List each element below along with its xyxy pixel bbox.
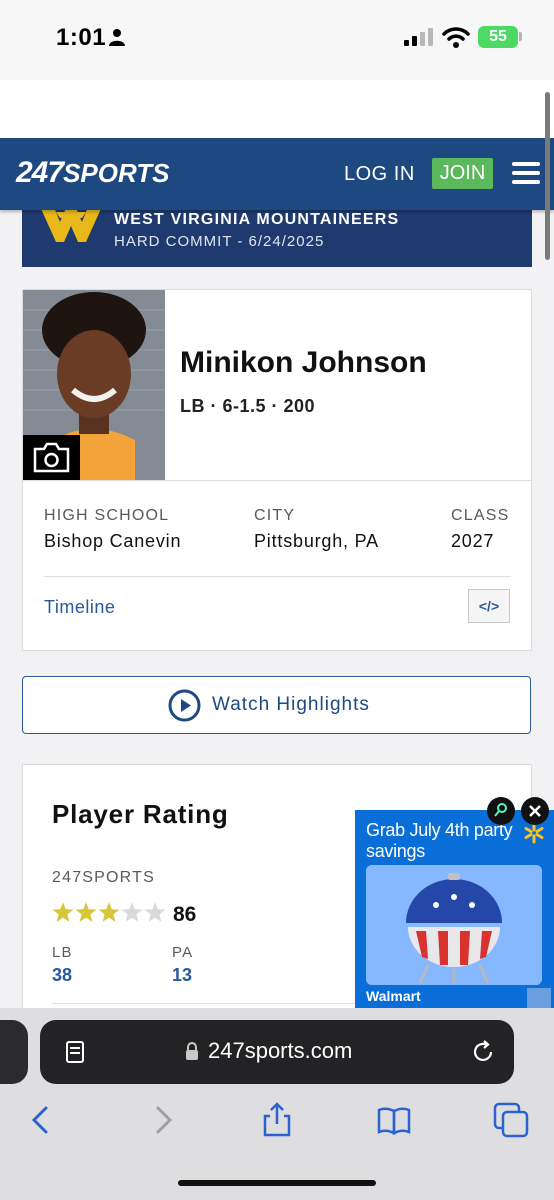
divider — [23, 480, 531, 481]
join-button[interactable]: JOIN — [432, 158, 493, 189]
ad-info-button[interactable] — [487, 797, 515, 825]
star-filled-icon — [52, 902, 74, 922]
tabs-icon[interactable] — [493, 1102, 529, 1138]
page-top-blank — [0, 80, 554, 138]
status-bar: 1:01 55 — [0, 0, 554, 80]
player-card: Minikon Johnson LB · 6-1.5 · 200 HIGH SC… — [22, 289, 532, 651]
person-icon — [109, 29, 125, 46]
reload-icon[interactable] — [470, 1039, 496, 1065]
class-value: 2027 — [451, 531, 495, 551]
camera-button[interactable] — [23, 435, 80, 480]
embed-code-button[interactable]: </> — [468, 589, 510, 623]
city-label: CITY — [254, 507, 296, 524]
class-label: CLASS — [451, 507, 510, 524]
player-photo[interactable] — [23, 290, 165, 480]
share-icon[interactable] — [259, 1102, 295, 1138]
back-icon[interactable] — [24, 1102, 60, 1138]
logo-247: 247 — [16, 156, 64, 189]
city-value: Pittsburgh, PA — [254, 531, 379, 551]
menu-icon[interactable] — [512, 162, 540, 186]
timeline-link[interactable]: Timeline — [44, 597, 115, 618]
rating-title: Player Rating — [52, 799, 229, 829]
advertisement[interactable]: Grab July 4th party savings Walmart — [355, 810, 554, 1010]
logo-sports: SPORTS — [63, 158, 170, 188]
high-school-value: Bishop Canevin — [44, 531, 182, 551]
high-school-label: HIGH SCHOOL — [44, 507, 170, 524]
browser-toolbar: 247sports.com — [0, 1008, 554, 1200]
previous-tab-preview[interactable] — [0, 1020, 28, 1084]
ad-headline: Grab July 4th party savings — [366, 820, 513, 861]
home-indicator — [178, 1180, 376, 1186]
divider — [44, 576, 511, 577]
reader-icon[interactable] — [64, 1040, 86, 1064]
rating-score: 86 — [173, 903, 197, 926]
forward-icon[interactable] — [144, 1102, 180, 1138]
camera-icon — [33, 442, 70, 473]
watch-highlights-button[interactable]: Watch Highlights — [22, 676, 531, 734]
url-text: 247sports.com — [208, 1038, 353, 1063]
star-filled-icon — [75, 902, 97, 922]
position-rank-label: LB — [52, 944, 73, 961]
star-filled-icon — [98, 902, 120, 922]
player-name: Minikon Johnson — [180, 346, 427, 379]
play-circle-icon — [168, 689, 201, 722]
rating-source: 247SPORTS — [52, 869, 155, 886]
cellular-signal-icon — [404, 28, 433, 46]
player-meta: LB · 6-1.5 · 200 — [180, 396, 316, 416]
site-logo[interactable]: 247SPORTS — [16, 156, 170, 190]
commit-status: HARD COMMIT - 6/24/2025 — [114, 233, 325, 250]
site-header: 247SPORTS LOG IN JOIN — [0, 138, 554, 210]
address-bar[interactable]: 247sports.com — [40, 1020, 514, 1084]
position-rank-value[interactable]: 38 — [52, 965, 72, 986]
web-content: WEST VIRGINIA MOUNTAINEERS HARD COMMIT -… — [0, 80, 554, 1020]
battery-indicator: 55 — [478, 26, 518, 48]
ad-choices-icon[interactable] — [527, 988, 551, 1008]
ad-grill-image — [366, 865, 542, 985]
star-empty-icon — [121, 902, 143, 922]
ad-brand: Walmart — [366, 988, 421, 1004]
login-link[interactable]: LOG IN — [344, 163, 415, 186]
battery-tip — [519, 32, 522, 41]
wifi-icon — [442, 27, 470, 48]
close-icon — [529, 805, 541, 817]
ad-close-button[interactable] — [521, 797, 549, 825]
bookmarks-icon[interactable] — [376, 1102, 412, 1138]
state-rank-value[interactable]: 13 — [172, 965, 192, 986]
lock-icon — [186, 1042, 198, 1060]
scrollbar[interactable] — [545, 92, 550, 260]
ad-info-icon — [494, 803, 507, 817]
commit-team: WEST VIRGINIA MOUNTAINEERS — [114, 211, 400, 228]
status-time: 1:01 — [56, 24, 107, 51]
walmart-spark-icon — [524, 822, 544, 844]
state-rank-label: PA — [172, 944, 194, 961]
star-empty-icon — [144, 902, 166, 922]
watch-highlights-label: Watch Highlights — [212, 694, 370, 715]
star-rating — [52, 902, 166, 922]
